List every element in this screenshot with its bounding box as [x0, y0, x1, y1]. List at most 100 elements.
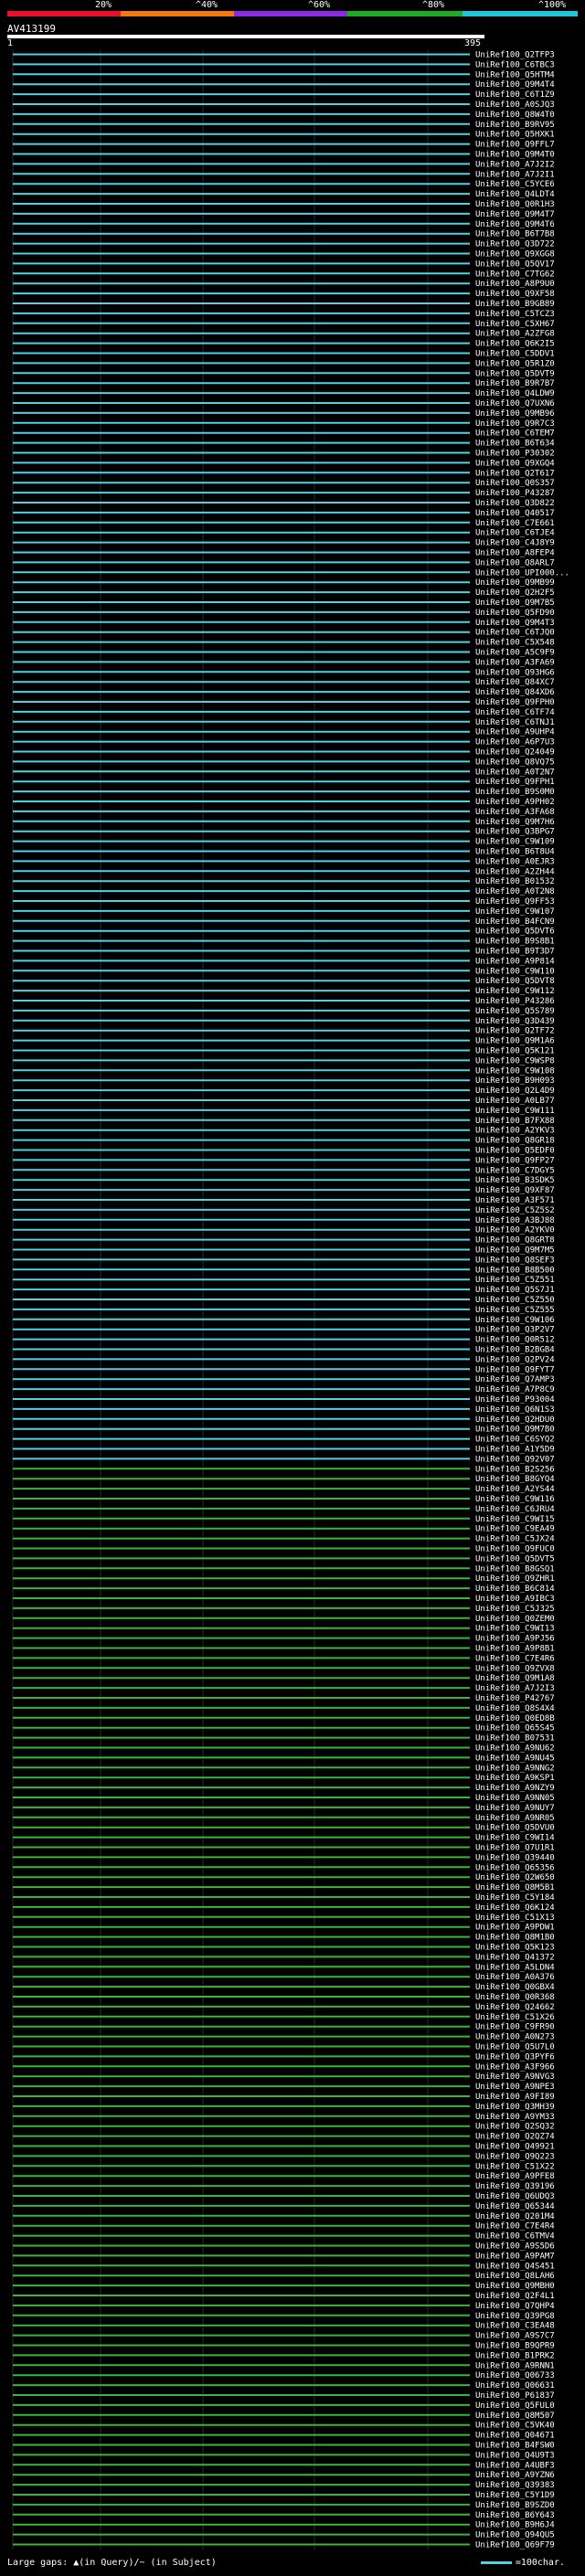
- hit-label[interactable]: UniRef100_B6T634: [475, 440, 555, 449]
- hit-label[interactable]: UniRef100_Q9XF87: [475, 1186, 555, 1195]
- hit-label[interactable]: UniRef100_Q41372: [475, 1953, 555, 1962]
- hit-label[interactable]: UniRef100_C6TEM7: [475, 429, 555, 439]
- hit-label[interactable]: UniRef100_Q201M4: [475, 2212, 555, 2221]
- hit-label[interactable]: UniRef100_A9NU45: [475, 1754, 555, 1763]
- hit-label[interactable]: UniRef100_Q9M7H6: [475, 818, 555, 827]
- hit-label[interactable]: UniRef100_Q8GRT8: [475, 1236, 555, 1246]
- hit-label[interactable]: UniRef100_A9PDW1: [475, 1924, 555, 1933]
- hit-label[interactable]: UniRef100_Q9M4T6: [475, 220, 555, 229]
- hit-label[interactable]: UniRef100_B2BGB4: [475, 1346, 555, 1355]
- hit-label[interactable]: UniRef100_P42767: [475, 1694, 555, 1703]
- hit-label[interactable]: UniRef100_Q3P2V7: [475, 1326, 555, 1335]
- hit-label[interactable]: UniRef100_Q9M4T4: [475, 80, 555, 90]
- hit-label[interactable]: UniRef100_Q5EDF0: [475, 1147, 555, 1156]
- hit-label[interactable]: UniRef100_A2YKV0: [475, 1226, 555, 1235]
- hit-label[interactable]: UniRef100_Q9FFL7: [475, 141, 555, 150]
- hit-label[interactable]: UniRef100_C51X13: [475, 1913, 555, 1923]
- hit-label[interactable]: UniRef100_A9S7C7: [475, 2332, 555, 2341]
- hit-label[interactable]: UniRef100_A2YKV3: [475, 1127, 555, 1136]
- hit-label[interactable]: UniRef100_C5Z551: [475, 1276, 555, 1285]
- hit-label[interactable]: UniRef100_Q7AMP3: [475, 1375, 555, 1384]
- hit-label[interactable]: UniRef100_Q9M1A8: [475, 1674, 555, 1683]
- hit-label[interactable]: UniRef100_B9RV95: [475, 121, 555, 130]
- hit-label[interactable]: UniRef100_Q9M1A6: [475, 1037, 555, 1046]
- hit-label[interactable]: UniRef100_B6T8U4: [475, 848, 555, 857]
- hit-label[interactable]: UniRef100_C5Z550: [475, 1296, 555, 1305]
- hit-label[interactable]: UniRef100_A9NU62: [475, 1744, 555, 1754]
- hit-label[interactable]: UniRef100_A2YS44: [475, 1485, 555, 1494]
- hit-label[interactable]: UniRef100_Q9FUC0: [475, 1545, 555, 1554]
- hit-label[interactable]: UniRef100_Q5DVT9: [475, 369, 555, 378]
- hit-label[interactable]: UniRef100_Q9XGG8: [475, 250, 555, 260]
- hit-label[interactable]: UniRef100_Q9M7B5: [475, 599, 555, 608]
- hit-label[interactable]: UniRef100_Q9FPH1: [475, 778, 555, 787]
- hit-label[interactable]: UniRef100_A9S5D6: [475, 2242, 555, 2252]
- hit-label[interactable]: UniRef100_A9UHP4: [475, 728, 555, 737]
- hit-label[interactable]: UniRef100_A8FEP4: [475, 549, 555, 558]
- hit-label[interactable]: UniRef100_Q5DVT6: [475, 928, 555, 937]
- hit-label[interactable]: UniRef100_B01532: [475, 877, 555, 886]
- hit-label[interactable]: UniRef100_Q3D722: [475, 240, 555, 249]
- hit-label[interactable]: UniRef100_A9YZN6: [475, 2471, 555, 2480]
- hit-label[interactable]: UniRef100_Q06631: [475, 2381, 555, 2390]
- hit-label[interactable]: UniRef100_Q9M7M5: [475, 1246, 555, 1256]
- hit-label[interactable]: UniRef100_A9NNG2: [475, 1764, 555, 1773]
- hit-label[interactable]: UniRef100_Q2QZ74: [475, 2133, 555, 2142]
- hit-label[interactable]: UniRef100_Q8GR18: [475, 1137, 555, 1146]
- hit-label[interactable]: UniRef100_Q6UDQ3: [475, 2192, 555, 2201]
- hit-label[interactable]: UniRef100_Q8W4T0: [475, 111, 555, 120]
- hit-label[interactable]: UniRef100_Q40517: [475, 509, 555, 518]
- hit-label[interactable]: UniRef100_P93004: [475, 1395, 555, 1405]
- hit-label[interactable]: UniRef100_C9W108: [475, 1066, 555, 1076]
- hit-label[interactable]: UniRef100_Q3PYF6: [475, 2052, 555, 2062]
- hit-label[interactable]: UniRef100_C9WI13: [475, 1625, 555, 1634]
- hit-label[interactable]: UniRef100_Q9MB99: [475, 578, 555, 588]
- hit-label[interactable]: UniRef100_Q5DVT8: [475, 977, 555, 986]
- hit-label[interactable]: UniRef100_C5X548: [475, 639, 555, 648]
- hit-label[interactable]: UniRef100_Q5FUL0: [475, 2401, 555, 2411]
- hit-label[interactable]: UniRef100_Q8M507: [475, 2412, 555, 2421]
- hit-label[interactable]: UniRef100_Q0S357: [475, 479, 555, 488]
- hit-label[interactable]: UniRef100_A0T2N8: [475, 887, 555, 896]
- hit-label[interactable]: UniRef100_Q9FPH0: [475, 698, 555, 707]
- hit-label[interactable]: UniRef100_A0EJR3: [475, 857, 555, 866]
- hit-label[interactable]: UniRef100_Q2PV24: [475, 1355, 555, 1364]
- hit-label[interactable]: UniRef100_B4FSW0: [475, 2442, 555, 2451]
- hit-label[interactable]: UniRef100_Q24049: [475, 748, 555, 758]
- hit-label[interactable]: UniRef100_B9H6J4: [475, 2521, 555, 2530]
- hit-label[interactable]: UniRef100_Q39PG8: [475, 2312, 555, 2321]
- hit-label[interactable]: UniRef100_A9P8B1: [475, 1645, 555, 1654]
- hit-label[interactable]: UniRef100_Q9ZHR1: [475, 1574, 555, 1584]
- hit-label[interactable]: UniRef100_Q2TF72: [475, 1027, 555, 1036]
- hit-label[interactable]: UniRef100_A0T2N7: [475, 768, 555, 777]
- hit-label[interactable]: UniRef100_B8GSQ1: [475, 1564, 555, 1574]
- hit-label[interactable]: UniRef100_Q5R1Z0: [475, 359, 555, 368]
- hit-label[interactable]: UniRef100_Q5DVT5: [475, 1554, 555, 1564]
- hit-label[interactable]: UniRef100_A9NZY9: [475, 1784, 555, 1793]
- hit-label[interactable]: UniRef100_P61837: [475, 2391, 555, 2401]
- hit-label[interactable]: UniRef100_B4FCN9: [475, 917, 555, 927]
- hit-label[interactable]: UniRef100_C5XH67: [475, 320, 555, 329]
- hit-label[interactable]: UniRef100_C9FR90: [475, 2023, 555, 2032]
- hit-label[interactable]: UniRef100_Q49921: [475, 2143, 555, 2152]
- hit-label[interactable]: UniRef100_C5YCE6: [475, 180, 555, 189]
- hit-label[interactable]: UniRef100_C9WSP8: [475, 1056, 555, 1065]
- hit-label[interactable]: UniRef100_Q9M4T0: [475, 151, 555, 160]
- hit-label[interactable]: UniRef100_Q24662: [475, 2003, 555, 2012]
- hit-label[interactable]: UniRef100_P43286: [475, 997, 555, 1006]
- hit-label[interactable]: UniRef100_B6C814: [475, 1585, 555, 1594]
- hit-label[interactable]: UniRef100_Q9MBH0: [475, 2282, 555, 2291]
- hit-label[interactable]: UniRef100_Q5DVU0: [475, 1824, 555, 1833]
- hit-label[interactable]: UniRef100_A7J2I3: [475, 1684, 555, 1693]
- hit-label[interactable]: UniRef100_B9R7B7: [475, 379, 555, 388]
- hit-label[interactable]: UniRef100_C7E661: [475, 519, 555, 528]
- hit-label[interactable]: UniRef100_C5Z555: [475, 1306, 555, 1315]
- hit-label[interactable]: UniRef100_Q5K123: [475, 1944, 555, 1953]
- hit-label[interactable]: UniRef100_Q0R368: [475, 1993, 555, 2002]
- hit-label[interactable]: UniRef100_P30302: [475, 450, 555, 459]
- hit-label[interactable]: UniRef100_C9EA49: [475, 1525, 555, 1534]
- hit-label[interactable]: UniRef100_C5TCZ3: [475, 310, 555, 319]
- hit-label[interactable]: UniRef100_B9S8B1: [475, 938, 555, 947]
- hit-label[interactable]: UniRef100_C4J8Y9: [475, 539, 555, 548]
- hit-label[interactable]: UniRef100_Q5FD90: [475, 609, 555, 618]
